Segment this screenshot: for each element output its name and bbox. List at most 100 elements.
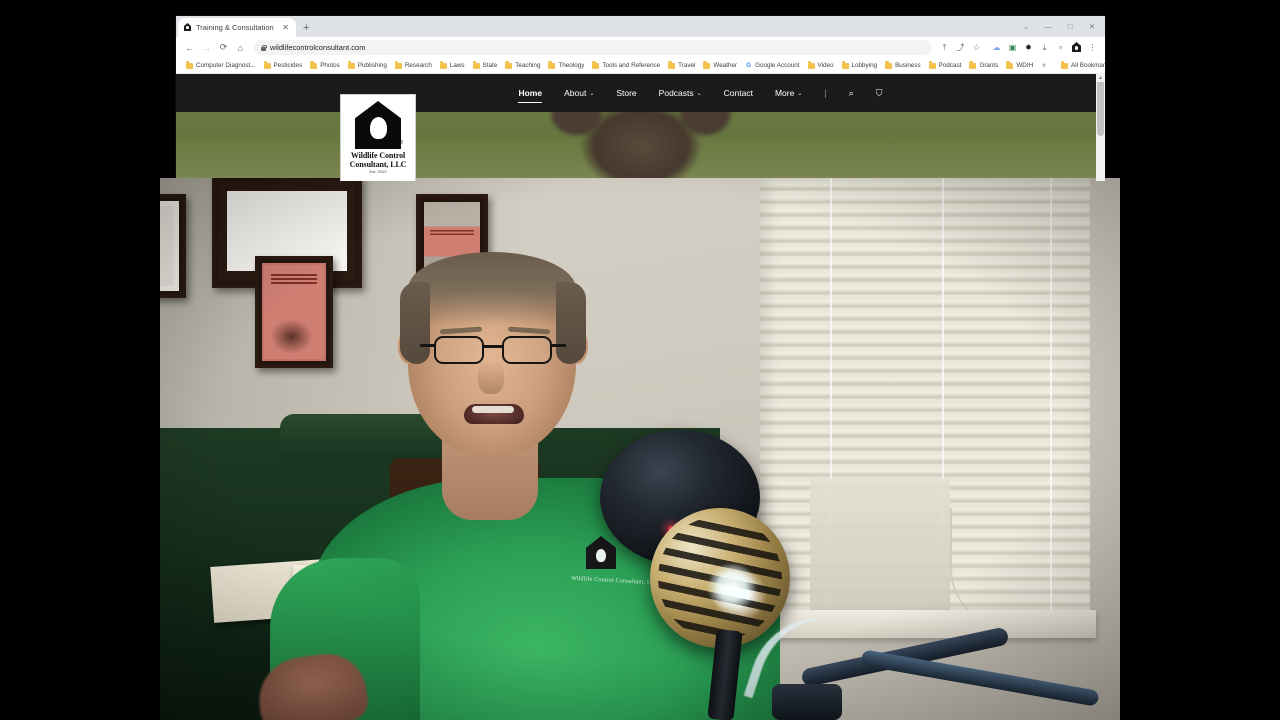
tab-strip: Training & Consultation - Wildl ✕ + ⌄ — … [176,16,1105,37]
bookmark-item[interactable]: Podcast [925,61,966,69]
browser-window: Training & Consultation - Wildl ✕ + ⌄ — … [176,16,1105,181]
reload-button[interactable]: ⟳ [215,39,232,56]
bookmark-label: Lobbying [851,62,878,69]
folder-icon [841,61,849,69]
browser-tab[interactable]: Training & Consultation - Wildl ✕ [178,18,296,37]
forward-button[interactable]: → [198,39,215,56]
window-controls: ⌄ — □ ✕ [1015,16,1103,36]
search-icon[interactable]: ⌕ [849,88,854,99]
folder-icon [1006,61,1014,69]
folder-icon [703,61,711,69]
person-hair-side [400,282,430,364]
close-icon[interactable]: ✕ [280,23,291,32]
nav-label: Podcasts [658,88,694,98]
webcam-video-overlay[interactable]: Wildlife Control Consultant, LLC [160,178,1120,720]
bookmark-label: Video [817,62,834,69]
avatar [1071,42,1082,53]
logo-line-2: Consultant, LLC [349,160,407,170]
bookmark-label: Computer Diagnost... [196,62,256,69]
nav-label: Contact [723,88,753,98]
back-button[interactable]: ← [181,39,198,56]
bookmark-label: Google Account [755,62,800,69]
bookmark-item[interactable]: Teaching [501,61,544,69]
bookmark-item[interactable]: Business [881,61,925,69]
chevron-down-icon: ⌄ [589,90,595,97]
bookmark-item[interactable]: Theology [544,61,588,69]
folder-icon [807,61,815,69]
new-tab-button[interactable]: + [303,23,309,37]
bookmark-item[interactable]: Travel [664,61,699,69]
nav-item-podcasts[interactable]: Podcasts ⌄ [659,88,702,98]
cart-icon[interactable]: ⛉ [876,88,883,99]
extension-screen-icon[interactable]: ▣ [1005,40,1020,55]
tab-search-button[interactable]: ⌄ [1015,16,1037,36]
bookmark-item[interactable]: Weather [699,61,741,69]
extension-cloud-icon[interactable]: ☁ [989,40,1004,55]
profile-avatar-icon[interactable] [1069,40,1084,55]
all-bookmarks-button[interactable]: All Bookmarks [1057,61,1105,69]
site-navigation-bar: Home About ⌄ Store Podcasts ⌄ Contact Mo… [176,74,1105,112]
minimize-button[interactable]: — [1037,16,1059,36]
toolbar-icons: ⤒ ⤴ ☆ ☁ ▣ ✸ ⤓ ▫ ⋮ [937,40,1100,55]
bookmarks-overflow-button[interactable]: » [1037,62,1051,69]
bookmark-item[interactable]: WDIH [1002,61,1037,69]
maximize-button[interactable]: □ [1059,16,1081,36]
close-window-button[interactable]: ✕ [1081,16,1103,36]
downloads-icon[interactable]: ⤓ [1037,40,1052,55]
bookmark-item[interactable]: Pesticides [260,61,307,69]
bookmark-label: Pesticides [273,62,303,69]
boom-arm-joint [772,684,842,720]
bookmark-label: Tools and Reference [602,62,661,69]
bookmark-item[interactable]: Photos [306,61,344,69]
bookmark-item[interactable]: Lobbying [838,61,882,69]
share-icon[interactable]: ⤴ [953,40,968,55]
nav-item-more[interactable]: More ⌄ [775,88,802,98]
address-bar[interactable]: wildlifecontrolconsultant.com [254,40,932,55]
home-button[interactable]: ⌂ [232,39,249,56]
bookmark-item[interactable]: Grants [965,61,1002,69]
bookmark-item[interactable]: Tools and Reference [588,61,664,69]
bookmark-label: Laws [449,62,465,69]
folder-icon [472,61,480,69]
folder-icon [548,61,556,69]
nav-item-about[interactable]: About ⌄ [564,88,594,98]
google-icon: G [746,62,751,69]
bookmarks-bar: Computer Diagnost... Pesticides Photos P… [176,58,1105,74]
bookmark-item[interactable]: Research [391,61,436,69]
folder-icon [668,61,676,69]
folder-icon [969,61,977,69]
scroll-up-button[interactable]: ▲ [1096,74,1105,82]
folder-icon [186,61,193,69]
side-panel-icon[interactable]: ▫ [1053,40,1068,55]
all-bookmarks-label: All Bookmarks [1071,62,1105,69]
site-logo[interactable]: ® Wildlife Control Consultant, LLC Est. … [340,94,416,181]
bookmark-item[interactable]: Computer Diagnost... [182,61,260,69]
scrollbar-thumb[interactable] [1097,74,1104,136]
bookmark-item[interactable]: Laws [436,61,469,69]
bookmark-label: Podcast [938,62,962,69]
bookmark-label: Research [404,62,432,69]
bookmark-label: Business [895,62,921,69]
bookmark-item[interactable]: Publishing [344,61,391,69]
bookmark-star-icon[interactable]: ☆ [969,40,984,55]
logo-line-1: Wildlife Control [350,151,406,160]
nav-item-contact[interactable]: Contact [724,88,753,98]
install-icon[interactable]: ⤒ [937,40,952,55]
page-scrollbar[interactable] [1096,74,1105,181]
nav-label: About [564,88,587,98]
bookmark-item[interactable]: State [469,61,502,69]
bookmark-item[interactable]: Video [804,61,838,69]
folder-icon [1061,61,1069,69]
bookmark-label: Photos [320,62,340,69]
bookmark-item[interactable]: G Google Account [741,62,803,69]
extensions-puzzle-icon[interactable]: ✸ [1021,40,1036,55]
nav-item-home[interactable]: Home [518,88,542,103]
registered-mark: ® [399,140,403,146]
bookmark-label: WDIH [1016,62,1034,69]
person-hair [408,252,576,326]
nav-item-store[interactable]: Store [616,88,636,98]
house-squirrel-favicon [183,23,192,32]
bookmark-label: Publishing [357,62,387,69]
chrome-menu-icon[interactable]: ⋮ [1085,40,1100,55]
framed-poster [255,256,333,368]
